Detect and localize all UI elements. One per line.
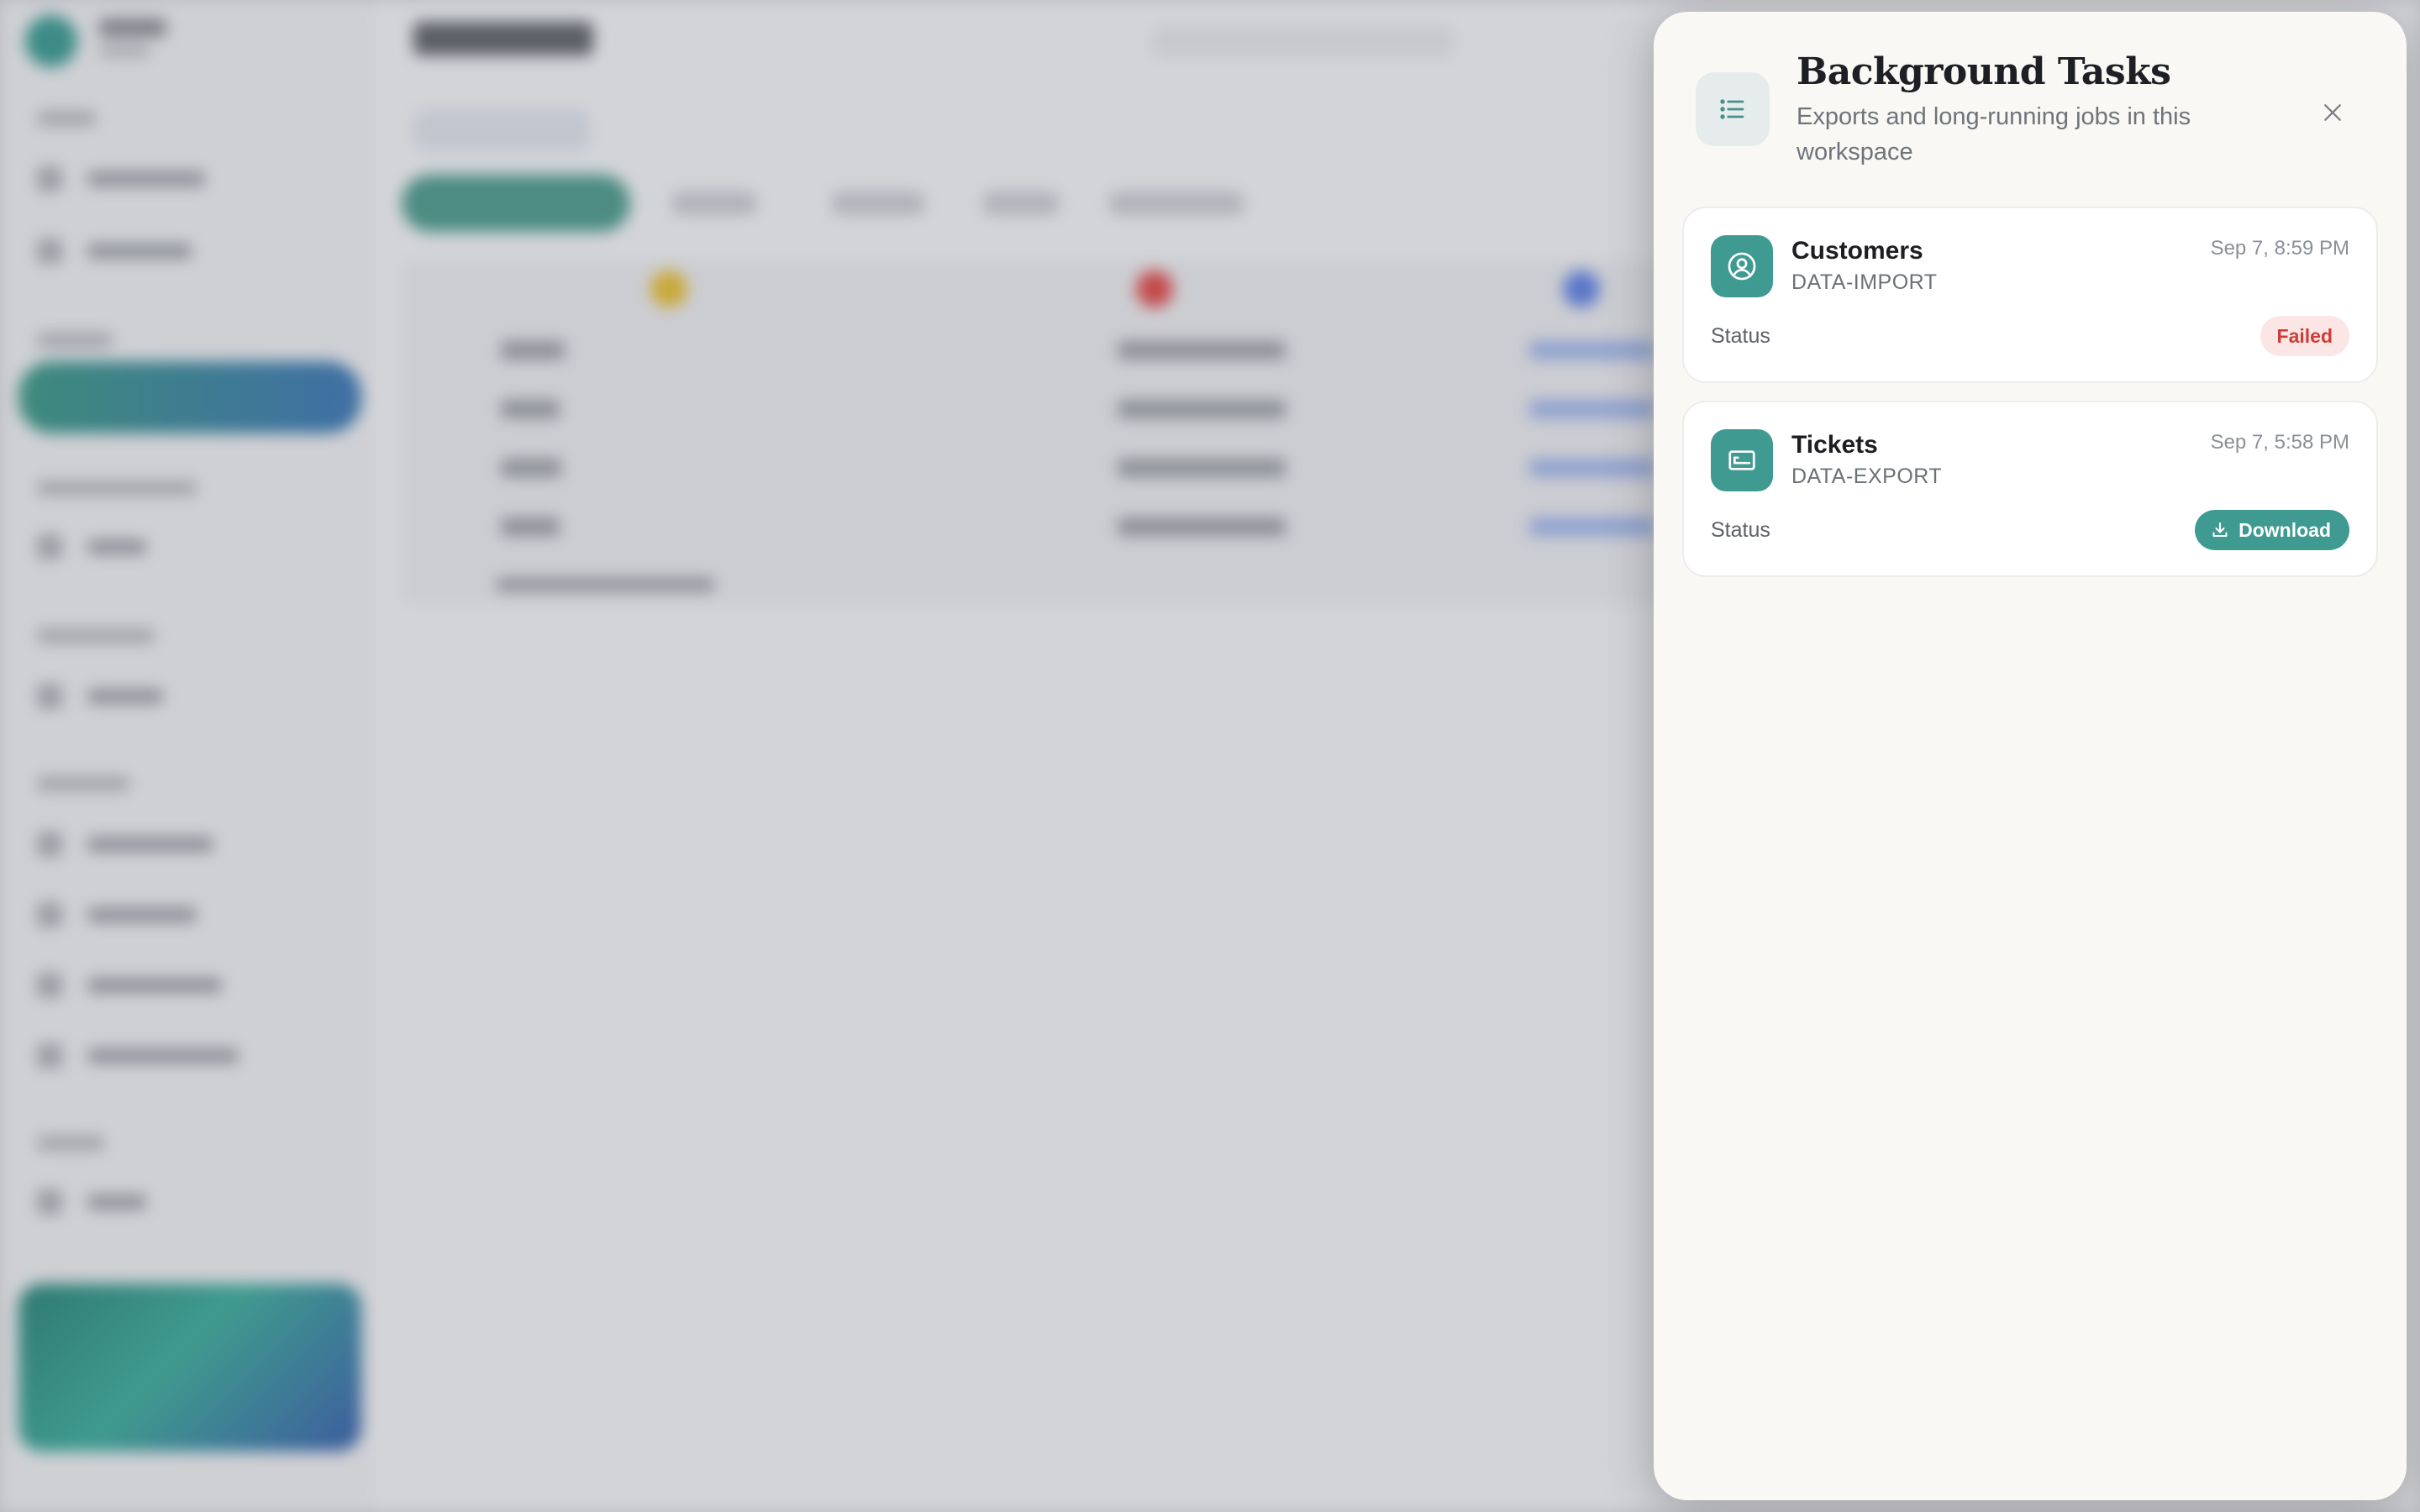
background-column-dot: [650, 270, 687, 307]
background-nav-active-item: [18, 361, 361, 433]
background-nav-label: [87, 1048, 239, 1063]
background-nav-icon: [37, 1043, 62, 1068]
ticket-icon: [1711, 429, 1773, 491]
task-timestamp: Sep 7, 8:59 PM: [2210, 237, 2349, 260]
background-cell: [1118, 517, 1286, 536]
task-card-tickets[interactable]: Tickets DATA-EXPORT Sep 7, 5:58 PM Statu…: [1682, 401, 2378, 577]
background-primary-button: [402, 175, 630, 232]
background-nav-icon: [37, 832, 62, 857]
background-nav-label: [87, 1194, 146, 1210]
background-nav-label: [87, 244, 192, 259]
background-filter: [1109, 192, 1244, 215]
task-type: DATA-EXPORT: [1791, 465, 1943, 488]
background-column-dot: [1563, 270, 1600, 307]
background-cell: [1529, 459, 1655, 477]
background-nav-icon: [37, 902, 62, 927]
background-logo: [25, 15, 77, 67]
background-cell: [1529, 517, 1655, 536]
user-circle-icon: [1711, 235, 1773, 297]
background-section-label: [37, 111, 96, 126]
list-icon: [1696, 72, 1770, 146]
background-search: [1151, 25, 1454, 59]
background-section-label: [37, 628, 155, 643]
background-cell: [1118, 341, 1286, 360]
background-page-title: [413, 22, 593, 55]
background-nav-icon: [37, 684, 62, 709]
background-filter: [983, 192, 1059, 215]
task-name: Customers: [1791, 237, 1923, 265]
status-badge-failed: Failed: [2260, 316, 2349, 356]
background-nav-icon: [37, 1189, 62, 1215]
background-nav-label: [87, 689, 163, 704]
background-cell: [1118, 459, 1286, 477]
background-nav-icon: [37, 239, 62, 264]
background-nav-label: [87, 837, 213, 852]
download-button[interactable]: Download: [2195, 510, 2349, 550]
background-nav-icon: [37, 534, 62, 559]
background-section-label: [37, 480, 197, 496]
status-label: Status: [1711, 324, 1770, 348]
download-icon: [2212, 522, 2228, 537]
background-logo-text: [99, 18, 166, 37]
background-sidebar: [0, 0, 370, 1512]
background-section-label: [37, 776, 129, 791]
background-filter: [672, 192, 756, 215]
task-card-customers[interactable]: Customers DATA-IMPORT Sep 7, 8:59 PM Sta…: [1682, 207, 2378, 383]
download-button-label: Download: [2238, 518, 2331, 541]
background-nav-icon: [37, 973, 62, 998]
background-table: [402, 260, 1662, 605]
background-promo-card: [18, 1284, 361, 1452]
background-section-label: [37, 333, 113, 348]
drawer-title: Background Tasks: [1797, 50, 2171, 93]
background-cell: [1529, 341, 1655, 360]
task-name: Tickets: [1791, 431, 1878, 459]
background-column-dot: [1136, 270, 1173, 307]
background-nav-label: [87, 171, 205, 186]
background-cell: [1529, 400, 1655, 418]
background-nav-label: [87, 907, 197, 922]
background-nav-icon: [37, 166, 62, 192]
background-cell: [496, 578, 714, 591]
background-cell: [501, 400, 560, 418]
task-type: DATA-IMPORT: [1791, 270, 1938, 294]
background-tab: [413, 109, 590, 151]
drawer-subtitle: Exports and long-running jobs in this wo…: [1797, 103, 2191, 165]
status-label: Status: [1711, 518, 1770, 542]
background-logo-subtext: [99, 45, 150, 57]
background-nav-label: [87, 539, 146, 554]
background-nav-label: [87, 978, 222, 993]
task-timestamp: Sep 7, 5:58 PM: [2210, 431, 2349, 454]
background-cell: [501, 517, 560, 536]
background-filter: [832, 192, 924, 215]
background-tasks-drawer: Background Tasks Exports and long-runnin…: [1654, 12, 2407, 1500]
background-cell: [501, 341, 565, 360]
background-cell: [501, 459, 561, 477]
close-icon[interactable]: [2312, 92, 2353, 133]
background-cell: [1118, 400, 1286, 418]
background-section-label: [37, 1136, 104, 1151]
